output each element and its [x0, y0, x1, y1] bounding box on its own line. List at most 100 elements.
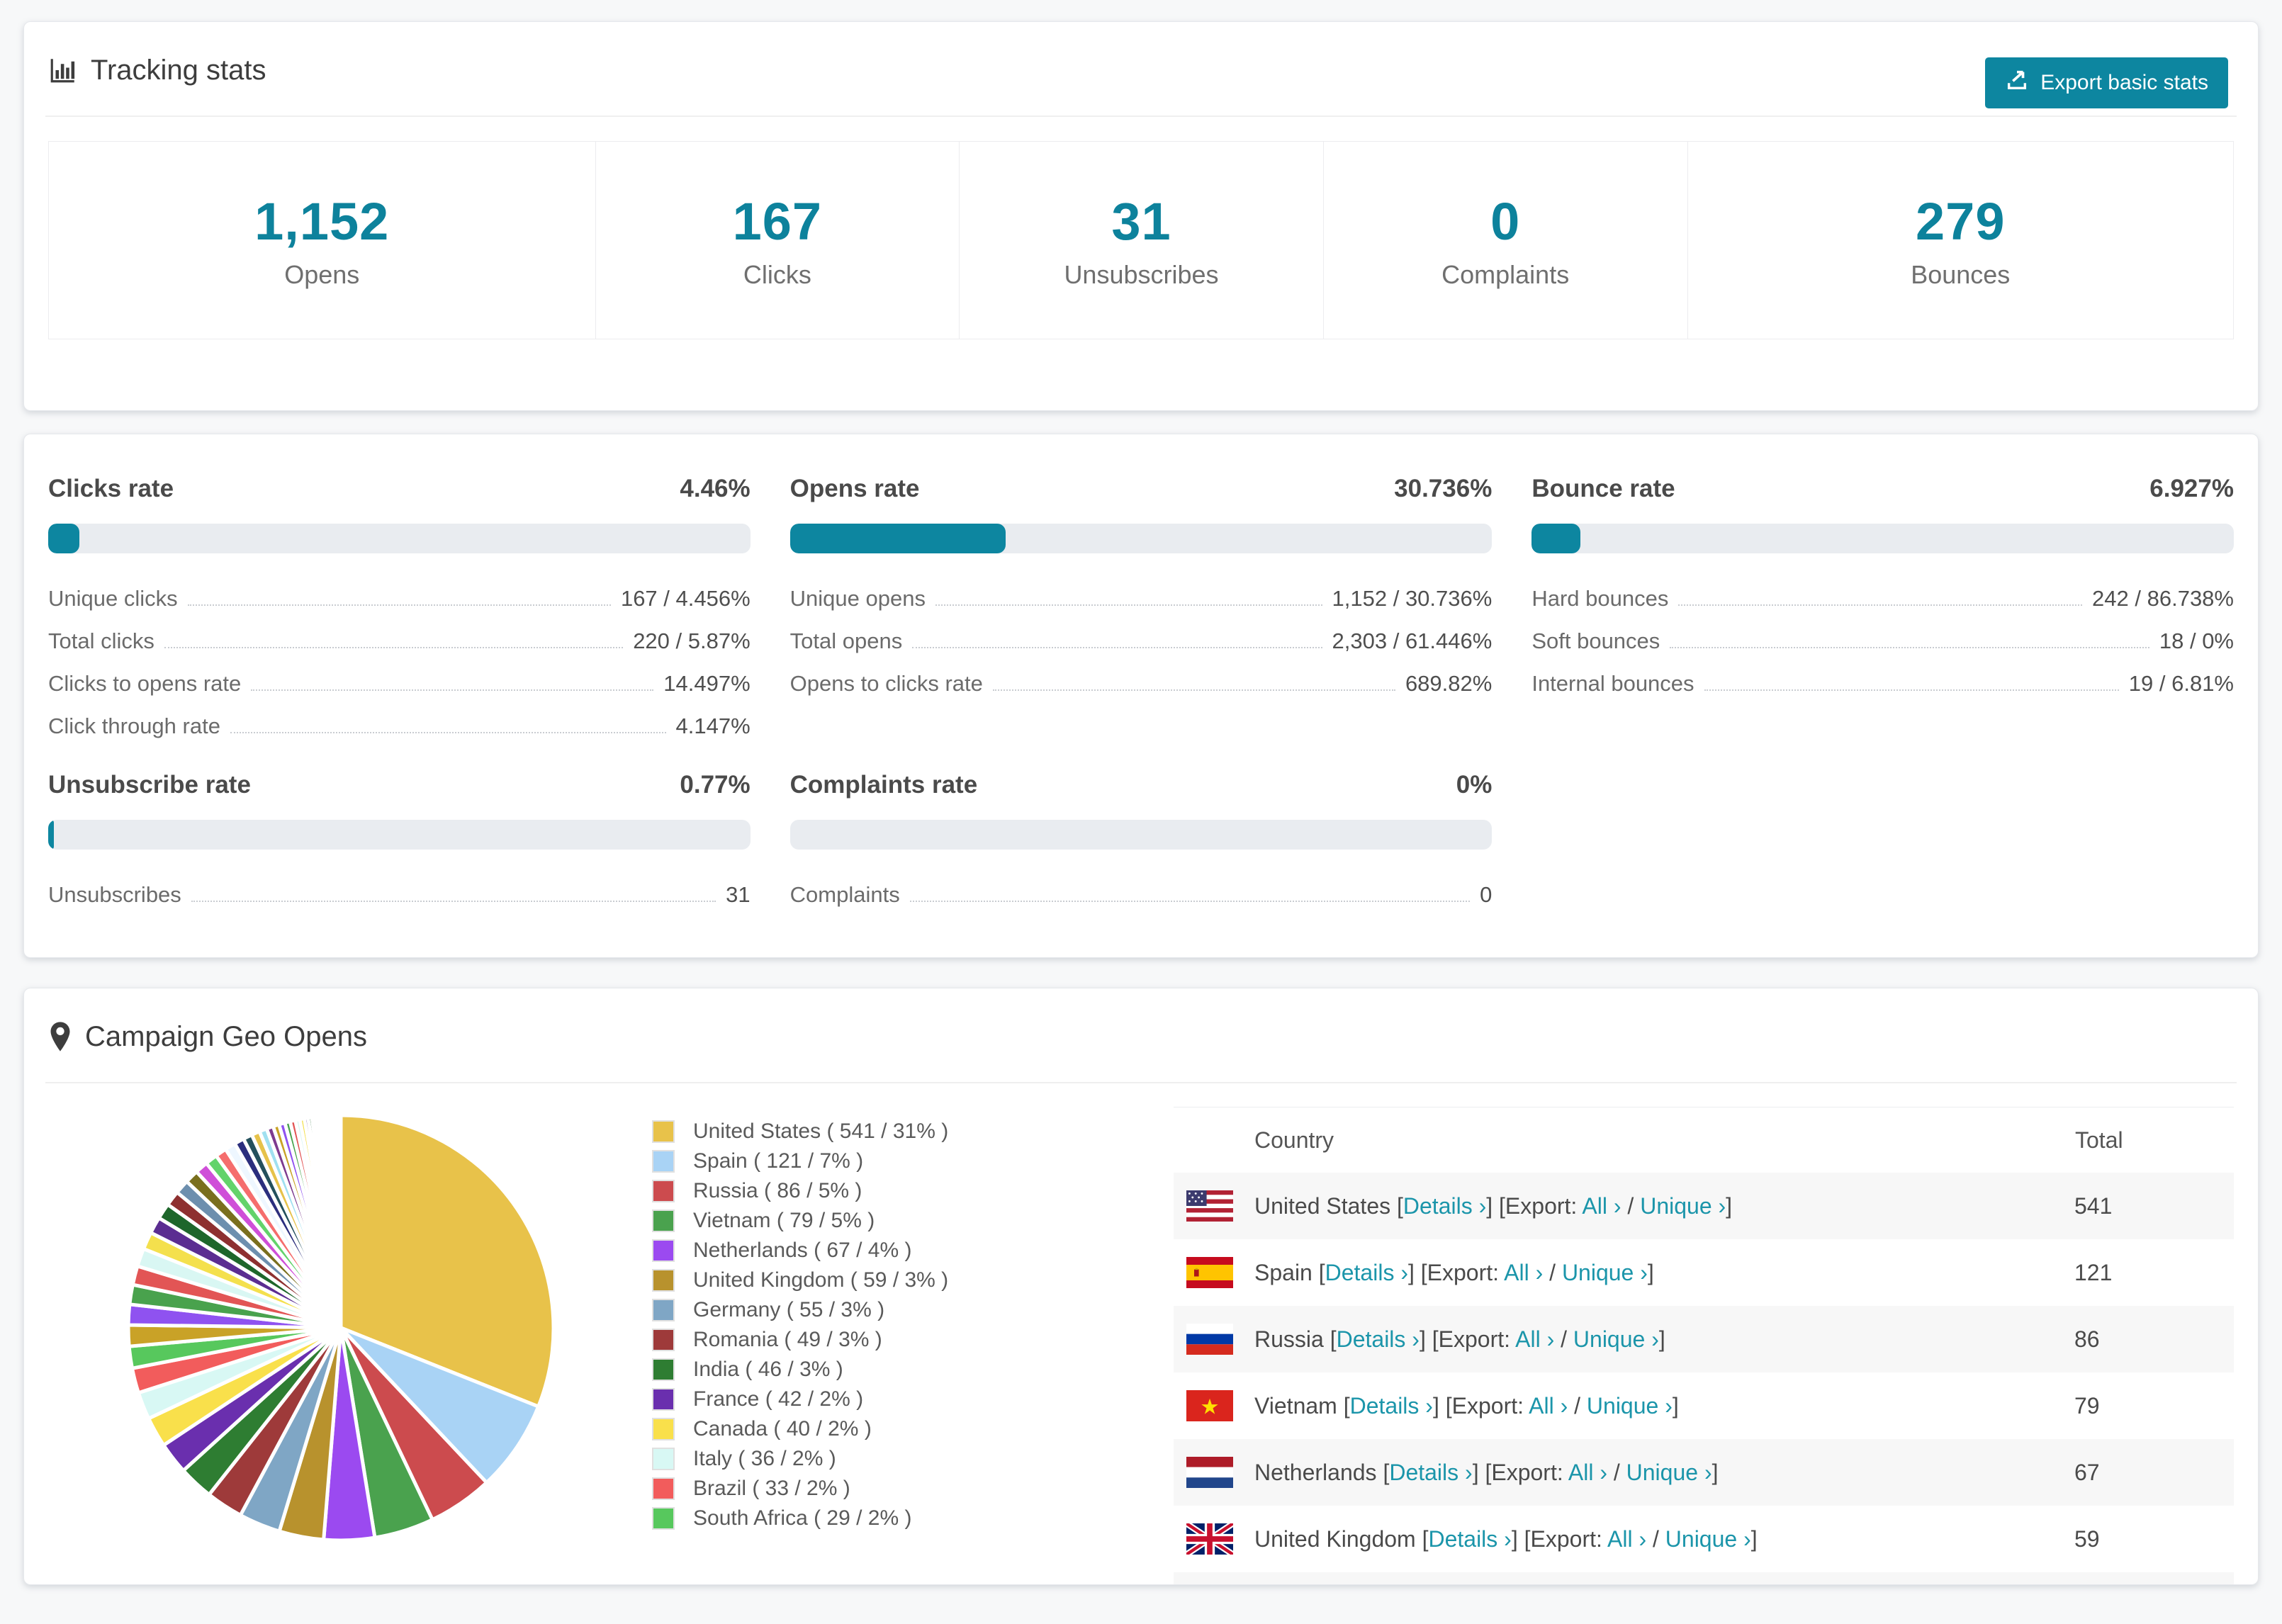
- geo-table: Country Total United States [Details ›] …: [1174, 1107, 2234, 1584]
- total-cell-germany: 55: [2074, 1572, 2234, 1584]
- details-link[interactable]: Details ›: [1428, 1526, 1511, 1552]
- legend-swatch: [652, 1507, 675, 1530]
- rate-row-click-through-rate: Click through rate 4.147%: [48, 714, 751, 739]
- rate-row-label: Opens to clicks rate: [789, 671, 983, 696]
- export-unique-link[interactable]: Unique ›: [1562, 1260, 1648, 1285]
- export-basic-stats-button[interactable]: Export basic stats: [1985, 57, 2228, 108]
- legend-label: United Kingdom ( 59 / 3% ): [693, 1268, 949, 1292]
- legend-label: Italy ( 36 / 2% ): [693, 1447, 836, 1470]
- details-link[interactable]: Details ›: [1325, 1260, 1408, 1285]
- rate-row-value: 0: [1480, 882, 1493, 907]
- rate-row-unique-opens: Unique opens 1,152 / 30.736%: [790, 586, 1493, 611]
- geo-table-row-spain: Spain [Details ›] [Export: All › / Uniqu…: [1174, 1239, 2234, 1306]
- dotted-leader: [909, 901, 1471, 902]
- export-all-link[interactable]: All ›: [1607, 1526, 1646, 1552]
- campaign-geo-opens-card: Campaign Geo Opens United States ( 541 /…: [23, 988, 2259, 1585]
- export-all-link[interactable]: All ›: [1504, 1260, 1543, 1285]
- legend-swatch: [652, 1120, 675, 1143]
- country-name: Vietnam: [1254, 1392, 1344, 1419]
- rate-rows: Unique clicks 167 / 4.456% Total clicks 220…: [48, 586, 751, 739]
- legend-item-italy: Italy ( 36 / 2% ): [652, 1444, 1148, 1474]
- legend-swatch: [652, 1299, 675, 1321]
- rates-grid: Clicks rate 4.46% Unique clicks 167 / 4.456…: [48, 474, 2234, 908]
- country-text: Netherlands [Details ›] [Export: All › /…: [1254, 1460, 1718, 1486]
- tracking-stats-title: Tracking stats: [91, 55, 266, 86]
- rate-row-label: Complaints: [789, 882, 900, 907]
- total-cell-united-states: 541: [2074, 1192, 2113, 1219]
- country-cell-content: Vietnam [Details ›] [Export: All › / Uni…: [1174, 1390, 2074, 1421]
- total-cell-netherlands: 67: [2074, 1459, 2100, 1485]
- slash: /: [1646, 1526, 1665, 1552]
- legend-item-united-kingdom: United Kingdom ( 59 / 3% ): [652, 1265, 1148, 1295]
- details-link[interactable]: Details ›: [1350, 1393, 1433, 1419]
- rate-row-internal-bounces: Internal bounces 19 / 6.81%: [1531, 671, 2234, 697]
- export-unique-link[interactable]: Unique ›: [1587, 1393, 1673, 1419]
- legend-label: Germany ( 55 / 3% ): [693, 1298, 885, 1321]
- stat-cell-clicks: 167 Clicks: [595, 142, 960, 339]
- legend-item-vietnam: Vietnam ( 79 / 5% ): [652, 1206, 1148, 1236]
- bracket: ]: [1726, 1192, 1733, 1219]
- progress-bar-fill: [1531, 524, 1580, 553]
- legend-swatch: [652, 1209, 675, 1232]
- bracket: ] [Export:: [1511, 1526, 1607, 1552]
- stat-label: Bounces: [1911, 259, 2011, 289]
- rate-section-head: Opens rate 30.736%: [790, 474, 1493, 504]
- legend-label: Vietnam ( 79 / 5% ): [693, 1209, 875, 1232]
- rate-row-value: 242 / 86.738%: [2092, 586, 2234, 611]
- progress-bar-track: [789, 820, 1493, 850]
- export-unique-link[interactable]: Unique ›: [1665, 1526, 1751, 1552]
- rate-value: 0.77%: [680, 771, 751, 799]
- country-cell-content: Russia [Details ›] [Export: All › / Uniq…: [1174, 1324, 2074, 1355]
- dotted-leader: [230, 732, 666, 733]
- country-text: Vietnam [Details ›] [Export: All › / Uni…: [1254, 1393, 1679, 1419]
- legend-label: Spain ( 121 / 7% ): [693, 1149, 864, 1173]
- export-all-link[interactable]: All ›: [1568, 1460, 1607, 1485]
- flag-us-icon: [1186, 1190, 1233, 1222]
- rate-rows: Unique opens 1,152 / 30.736% Total opens 2,…: [790, 586, 1493, 697]
- bracket: ] [Export:: [1407, 1259, 1505, 1285]
- rate-row-value: 31: [726, 882, 751, 907]
- geo-table-row-united-states: United States [Details ›] [Export: All ›…: [1174, 1173, 2234, 1239]
- legend-item-spain: Spain ( 121 / 7% ): [652, 1146, 1148, 1176]
- bracket: ]: [1712, 1459, 1719, 1485]
- geo-header: Campaign Geo Opens: [24, 988, 2258, 1054]
- rates-card: Clicks rate 4.46% Unique clicks 167 / 4.456…: [23, 434, 2259, 958]
- rate-row-value: 689.82%: [1405, 671, 1493, 696]
- country-cell-united-kingdom: United Kingdom [Details ›] [Export: All …: [1174, 1506, 2074, 1572]
- country-name: Netherlands: [1254, 1459, 1383, 1485]
- legend-swatch: [652, 1150, 675, 1173]
- rate-row-total-opens: Total opens 2,303 / 61.446%: [790, 628, 1493, 654]
- dotted-leader: [992, 689, 1395, 691]
- country-name: Spain: [1254, 1259, 1319, 1285]
- details-link[interactable]: Details ›: [1403, 1193, 1486, 1219]
- bracket: [: [1318, 1259, 1325, 1285]
- export-unique-link[interactable]: Unique ›: [1573, 1326, 1659, 1352]
- rate-row-soft-bounces: Soft bounces 18 / 0%: [1531, 628, 2234, 654]
- flag-ru-icon: [1186, 1324, 1233, 1355]
- bracket: [: [1330, 1326, 1337, 1352]
- export-all-link[interactable]: All ›: [1515, 1326, 1554, 1352]
- details-link[interactable]: Details ›: [1389, 1460, 1472, 1485]
- legend-swatch: [652, 1269, 675, 1292]
- country-text: United States [Details ›] [Export: All ›…: [1254, 1193, 1732, 1219]
- rate-row-label: Click through rate: [48, 714, 220, 738]
- legend-swatch: [652, 1448, 675, 1470]
- export-unique-link[interactable]: Unique ›: [1626, 1460, 1712, 1485]
- country-text: United Kingdom [Details ›] [Export: All …: [1254, 1526, 1758, 1552]
- legend-item-brazil: Brazil ( 33 / 2% ): [652, 1474, 1148, 1504]
- export-all-link[interactable]: All ›: [1529, 1393, 1568, 1419]
- rate-row-value: 18 / 0%: [2159, 628, 2234, 653]
- legend-item-france: France ( 42 / 2% ): [652, 1385, 1148, 1414]
- stat-label: Unsubscribes: [1064, 259, 1219, 289]
- legend-item-germany: Germany ( 55 / 3% ): [652, 1295, 1148, 1325]
- details-link[interactable]: Details ›: [1337, 1326, 1420, 1352]
- rate-section-unsubscribe-rate: Unsubscribe rate 0.77% Unsubscribes 31: [48, 770, 751, 908]
- export-unique-link[interactable]: Unique ›: [1640, 1193, 1726, 1219]
- stat-label: Complaints: [1441, 259, 1570, 289]
- legend-swatch: [652, 1418, 675, 1440]
- legend-label: Netherlands ( 67 / 4% ): [693, 1239, 912, 1262]
- legend-label: United States ( 541 / 31% ): [693, 1120, 949, 1143]
- slash: /: [1568, 1392, 1587, 1419]
- country-cell-netherlands: Netherlands [Details ›] [Export: All › /…: [1174, 1439, 2074, 1506]
- export-all-link[interactable]: All ›: [1582, 1193, 1621, 1219]
